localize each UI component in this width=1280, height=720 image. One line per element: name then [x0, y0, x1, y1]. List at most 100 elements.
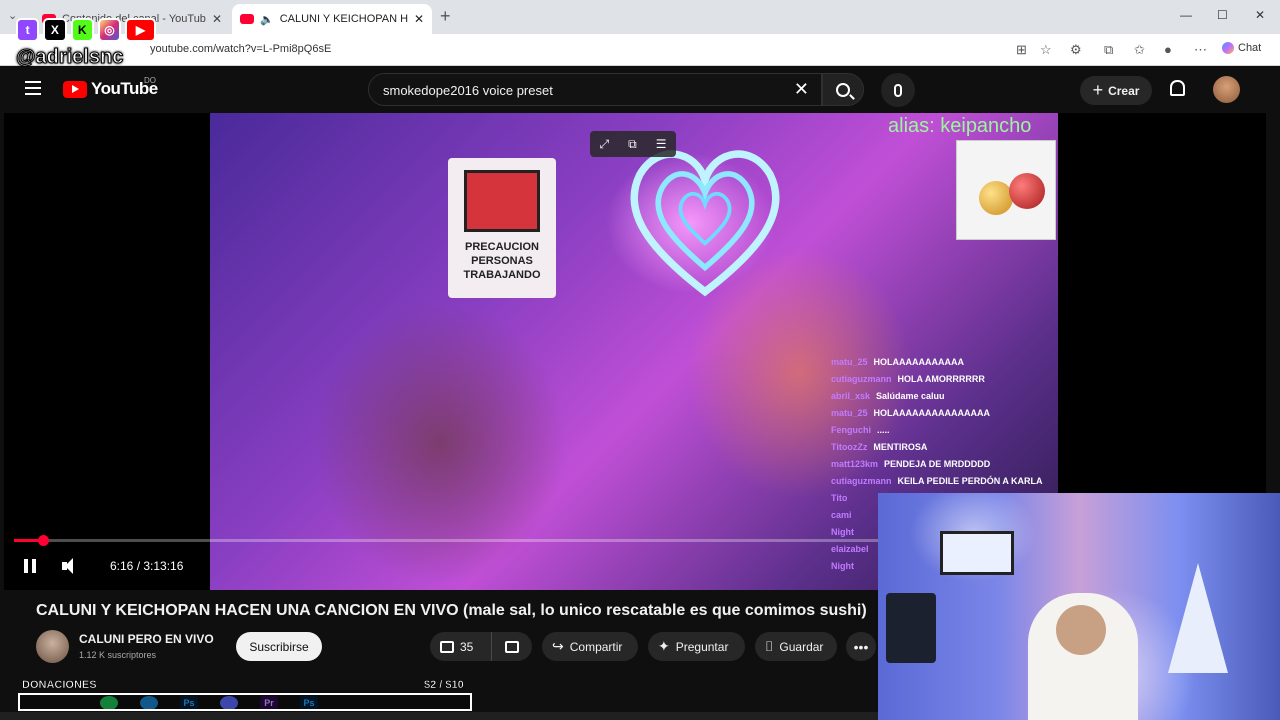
like-dislike-group: 35: [430, 632, 532, 661]
chat-line: matu_25 HOLAAAAAAAAAAAAAAA: [831, 408, 1061, 425]
channel-name[interactable]: CALUNI PERO EN VIVO: [79, 632, 214, 646]
notifications-bell-icon[interactable]: [1170, 80, 1185, 96]
search-input[interactable]: smokedope2016 voice preset ✕: [368, 73, 822, 106]
more-icon: •••: [853, 638, 869, 655]
plus-icon: +: [1092, 80, 1104, 100]
save-label: Guardar: [779, 639, 824, 654]
browser-tab-strip: ⌄ Contenido del canal - YouTube Studio ✕…: [0, 0, 1280, 34]
tab-video[interactable]: 🔈 CALUNI Y KEICHOPAN HACEN ✕: [232, 4, 432, 34]
screen: ⌄ Contenido del canal - YouTube Studio ✕…: [0, 0, 1280, 720]
search-icon: [836, 82, 850, 97]
donations-amount: $2 / $10: [424, 679, 464, 692]
star-icon[interactable]: ☆: [1040, 42, 1052, 58]
chat-message: .....: [877, 425, 890, 435]
more-menu-icon[interactable]: ⋯: [1194, 42, 1207, 58]
ornaments-image: [956, 140, 1056, 240]
pause-icon[interactable]: [22, 558, 38, 574]
search-button[interactable]: [822, 73, 864, 106]
notes-icon[interactable]: ☰: [656, 137, 667, 151]
share-label: Compartir: [569, 639, 623, 654]
voice-search-button[interactable]: [881, 73, 915, 107]
copilot-icon: [1222, 42, 1234, 54]
address-bar: youtube.com/watch?v=L-Pmi8pQ6sE ⊞ ☆ ⚙ ⧉ …: [0, 34, 1280, 66]
chat-user: TitoozZz: [831, 442, 868, 452]
chat-line: cutiaguzmann HOLA AMORRRRRR: [831, 374, 1061, 391]
chat-user: matt123km: [831, 459, 879, 469]
chat-user: cutiaguzmann: [831, 476, 892, 486]
microphone-icon: [894, 83, 902, 97]
youtube-icon: ▶: [125, 18, 157, 42]
speaker-icon[interactable]: 🔈: [260, 13, 274, 26]
webcam-jersey: [886, 593, 936, 663]
scrubber-handle[interactable]: [38, 535, 49, 546]
copilot-chat-button[interactable]: Chat: [1222, 42, 1261, 54]
create-button[interactable]: + Crear: [1080, 76, 1152, 105]
chat-line: TitoozZz MENTIROSA: [831, 442, 1061, 459]
picture-in-picture-icon[interactable]: ⧉: [628, 137, 637, 152]
save-button[interactable]: ⌷ Guardar: [755, 632, 837, 661]
sign-line-2: PERSONAS TRABAJANDO: [463, 255, 541, 281]
chat-user: matu_25: [831, 408, 868, 418]
thumbs-down-icon: [505, 640, 519, 653]
webcam-christmas-tree: [1168, 563, 1228, 673]
alias-overlay-text: alias: keipancho: [888, 115, 1032, 137]
profile-icon[interactable]: ●: [1164, 42, 1172, 57]
chat-line: matu_25 HOLAAAAAAAAAAA: [831, 357, 1061, 374]
extensions-icon[interactable]: ⚙: [1070, 42, 1082, 58]
youtube-logo[interactable]: YouTube DO: [63, 76, 158, 99]
minimize-icon[interactable]: —: [1180, 8, 1192, 22]
social-handle: @adrielsnc: [16, 46, 124, 69]
volume-icon[interactable]: [62, 558, 80, 574]
split-screen-icon[interactable]: ⧉: [1104, 42, 1113, 58]
tab-label: CALUNI Y KEICHOPAN HACEN: [279, 13, 408, 25]
new-tab-icon[interactable]: +: [440, 6, 451, 27]
close-tab-icon[interactable]: ✕: [212, 12, 222, 26]
chat-user: Night: [831, 561, 854, 571]
share-icon: ↪: [552, 638, 564, 654]
url-field[interactable]: youtube.com/watch?v=L-Pmi8pQ6sE: [150, 43, 331, 55]
webcam-tv: [940, 531, 1014, 575]
chat-user: Fenguchi: [831, 425, 871, 435]
twitch-icon: t: [16, 18, 40, 42]
chat-message: HOLAAAAAAAAAAA: [873, 357, 965, 367]
instagram-icon: ◎: [97, 18, 122, 42]
favorites-icon[interactable]: ✩: [1134, 42, 1145, 58]
chat-line: Fenguchi.....: [831, 425, 1061, 442]
chat-message: HOLAAAAAAAAAAAAAAA: [873, 408, 991, 418]
ask-button[interactable]: ✦ Preguntar: [648, 632, 745, 661]
like-count: 35: [460, 639, 474, 654]
webcam-overlay: [878, 493, 1280, 720]
sign-line-1: PRECAUCION: [465, 241, 539, 253]
account-avatar[interactable]: [1213, 76, 1240, 103]
chat-line: abril_xsk Salúdame caluu: [831, 391, 1061, 408]
donations-label: DONACIONES: [22, 679, 97, 692]
exit-fullscreen-icon[interactable]: ⤢: [600, 137, 610, 152]
close-tab-icon[interactable]: ✕: [414, 12, 424, 26]
like-button[interactable]: 35: [430, 632, 492, 661]
maximize-icon[interactable]: ☐: [1217, 8, 1228, 22]
dislike-button[interactable]: [492, 632, 532, 661]
subscribe-button[interactable]: Suscribirse: [236, 632, 322, 661]
chat-line: cutiaguzmann KEILA PEDILE PERDÓN A KARLA: [831, 476, 1061, 493]
x-icon: X: [43, 18, 67, 42]
kick-icon: K: [70, 18, 94, 42]
caution-sign-graphic: [464, 170, 540, 232]
sparkle-icon: ✦: [658, 638, 670, 654]
clear-search-icon[interactable]: ✕: [794, 79, 809, 100]
chat-user: cami: [831, 510, 852, 520]
search-query: smokedope2016 voice preset: [383, 83, 553, 98]
hamburger-menu-icon[interactable]: [25, 81, 41, 95]
thumbs-up-icon: [440, 640, 454, 653]
subscriber-count: 1.12 K suscriptores: [79, 650, 157, 660]
donations-progress-bar: [18, 693, 472, 711]
bookmark-icon: ⌷: [765, 638, 774, 654]
channel-avatar[interactable]: [36, 630, 69, 663]
progress-bar[interactable]: [14, 539, 878, 542]
webcam-face: [1056, 605, 1106, 655]
close-window-icon[interactable]: ✕: [1255, 8, 1265, 22]
apps-icon[interactable]: ⊞: [1016, 42, 1027, 58]
youtube-header: YouTube DO smokedope2016 voice preset ✕ …: [0, 67, 1266, 113]
share-button[interactable]: ↪ Compartir: [542, 632, 638, 661]
chat-user: cutiaguzmann: [831, 374, 892, 384]
more-actions-button[interactable]: •••: [846, 632, 876, 661]
